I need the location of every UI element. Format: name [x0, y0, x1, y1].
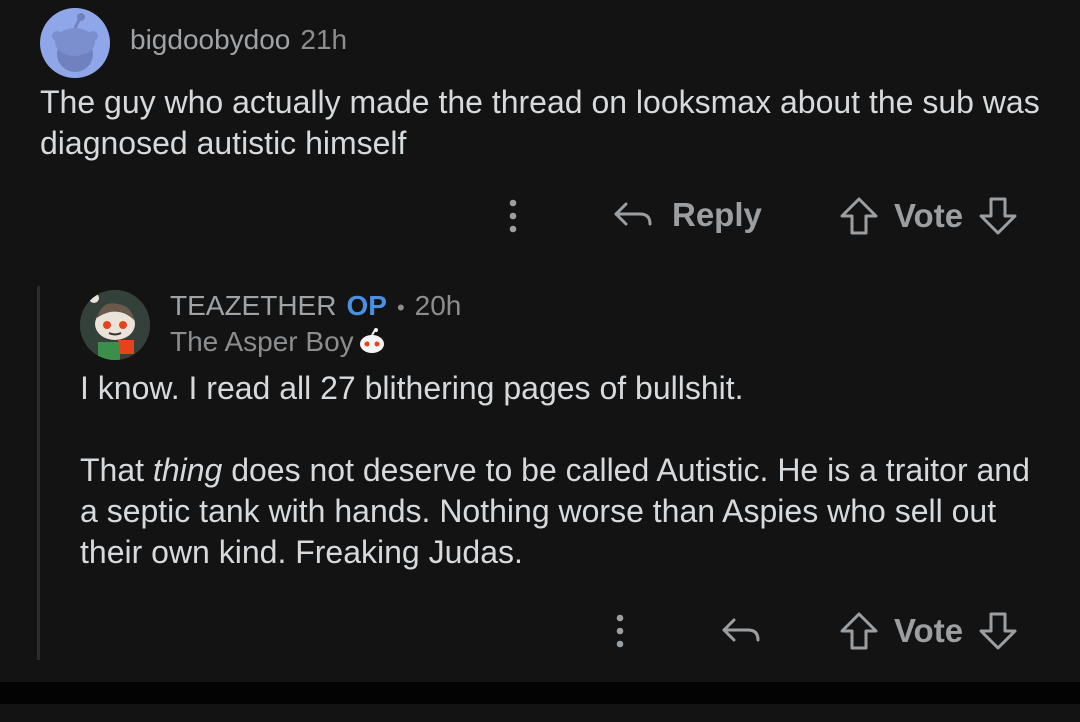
snoo-avatar-icon [80, 290, 150, 360]
reply-arrow-icon [614, 202, 652, 226]
comment-divider [0, 682, 1080, 704]
flair-snoo-icon [359, 328, 384, 353]
comment-body: I know. I read all 27 blithering pages o… [80, 368, 1040, 573]
more-options-button[interactable] [500, 196, 526, 236]
comment-paragraph: I know. I read all 27 blithering pages o… [80, 370, 744, 406]
upvote-button[interactable] [838, 196, 880, 236]
snoo-avatar-icon [52, 13, 98, 72]
downvote-button[interactable] [977, 611, 1019, 651]
comment-username[interactable]: bigdoobydoo [130, 24, 290, 56]
upvote-icon [840, 612, 878, 650]
avatar[interactable] [40, 8, 110, 78]
thread-line[interactable] [37, 286, 40, 660]
meta-separator: • [396, 295, 405, 320]
reply-arrow-icon [722, 618, 760, 642]
downvote-icon [979, 197, 1017, 235]
more-options-button[interactable] [607, 611, 633, 651]
comment-timestamp: 21h [300, 24, 348, 55]
upvote-button[interactable] [838, 611, 880, 651]
downvote-button[interactable] [977, 196, 1019, 236]
vote-label: Vote [894, 612, 964, 649]
more-vertical-icon [616, 614, 624, 648]
comment-timestamp: 20h [414, 290, 462, 321]
reply-button[interactable] [718, 611, 764, 651]
upvote-icon [840, 197, 878, 235]
paragraph-text: does not deserve to be called Autistic. … [80, 452, 1030, 570]
reply-label: Reply [672, 196, 762, 233]
downvote-icon [979, 612, 1017, 650]
user-flair: The Asper Boy [170, 326, 354, 357]
op-badge: OP [346, 290, 387, 321]
comment-paragraph: That thing does not deserve to be called… [80, 450, 1040, 573]
vote-label: Vote [894, 197, 964, 234]
reply-button[interactable]: Reply [612, 196, 762, 234]
comment-body-text: The guy who actually made the thread on … [40, 84, 1040, 161]
comment-username[interactable]: TEAZETHER [170, 290, 336, 322]
comment-body: The guy who actually made the thread on … [40, 82, 1040, 164]
more-vertical-icon [509, 199, 517, 233]
paragraph-text: That [80, 452, 153, 488]
avatar[interactable] [80, 290, 150, 360]
emphasis-text: thing [152, 452, 223, 488]
